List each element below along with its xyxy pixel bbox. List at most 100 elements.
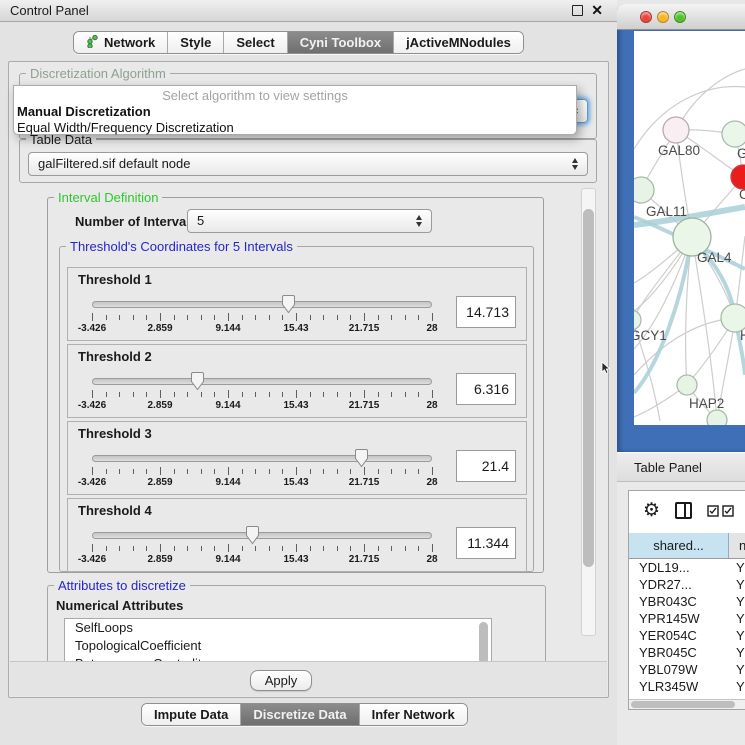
network-view-window[interactable]: GAL80GACYGAL11GAL4GCY1HHAP2: [617, 4, 745, 452]
cell-name[interactable]: YBL0: [729, 661, 745, 678]
threshold-slider[interactable]: -3.4262.8599.14415.4321.71528: [92, 499, 432, 573]
table-row[interactable]: YDR27...YDR2: [629, 576, 745, 593]
split-view-icon[interactable]: [675, 502, 692, 519]
cell-shared-name[interactable]: YBL079W: [629, 661, 729, 678]
tick-label: 21.715: [349, 323, 380, 334]
minor-tick: [418, 469, 419, 474]
tab-jactivemnodules[interactable]: jActiveMNodules: [394, 32, 523, 53]
tab-infer-network[interactable]: Infer Network: [360, 704, 467, 725]
slider-track[interactable]: [92, 455, 432, 462]
major-tick: [296, 390, 297, 398]
tick-label: 9.144: [215, 554, 240, 565]
minor-tick: [391, 546, 392, 551]
cell-name[interactable]: YLR3: [729, 678, 745, 695]
algorithm-option-equal-width[interactable]: Equal Width/Frequency Discretization: [14, 120, 576, 136]
slider-track[interactable]: [92, 301, 432, 308]
slider-thumb-icon[interactable]: [190, 371, 205, 391]
minor-tick: [133, 469, 134, 474]
threshold-value-field[interactable]: 11.344: [456, 527, 516, 559]
tab-network[interactable]: Network: [74, 32, 168, 53]
threshold-value-field[interactable]: 14.713: [456, 296, 516, 328]
cell-shared-name[interactable]: YBR045C: [629, 644, 729, 661]
minor-tick: [378, 469, 379, 474]
tab-impute-data[interactable]: Impute Data: [142, 704, 241, 725]
minor-tick: [378, 546, 379, 551]
network-canvas[interactable]: GAL80GACYGAL11GAL4GCY1HHAP2: [634, 31, 745, 425]
attribute-list-item[interactable]: TopologicalCoefficient: [65, 637, 491, 655]
apply-button[interactable]: Apply: [250, 670, 312, 691]
node-gal80[interactable]: [663, 117, 689, 143]
minor-tick: [146, 546, 147, 551]
slider-thumb-icon[interactable]: [281, 294, 296, 314]
cell-name[interactable]: YBR0: [729, 593, 745, 610]
table-row[interactable]: YER054CYER0: [629, 627, 745, 644]
table-row[interactable]: YLR345WYLR3: [629, 678, 745, 695]
minor-tick: [391, 392, 392, 397]
major-tick: [364, 544, 365, 552]
node-top-right[interactable]: [722, 121, 745, 147]
scrollbar-thumb[interactable]: [631, 701, 735, 708]
minor-tick: [214, 315, 215, 320]
settings-vertical-scrollbar[interactable]: [581, 188, 596, 636]
network-edge-thick[interactable]: [634, 241, 691, 393]
table-data-combobox[interactable]: galFiltered.sif default node: [28, 152, 588, 176]
close-window-icon[interactable]: [640, 11, 652, 23]
cell-name[interactable]: YDL1: [729, 559, 745, 576]
cell-shared-name[interactable]: YDL19...: [629, 559, 729, 576]
tab-discretize-data[interactable]: Discretize Data: [241, 704, 359, 725]
threshold-box-4: Threshold 4-3.4262.8599.14415.4321.71528…: [67, 498, 527, 572]
node-bottom[interactable]: [707, 410, 727, 425]
node-selected-red[interactable]: [731, 165, 745, 189]
table-row[interactable]: YPR145WYPR1: [629, 610, 745, 627]
float-window-icon[interactable]: [572, 5, 583, 16]
cell-name[interactable]: YDR2: [729, 576, 745, 593]
network-edge[interactable]: [634, 318, 735, 375]
table-row[interactable]: YBR043CYBR0: [629, 593, 745, 610]
table-row[interactable]: YDL19...YDL1: [629, 559, 745, 576]
threshold-slider[interactable]: -3.4262.8599.14415.4321.71528: [92, 268, 432, 342]
cell-shared-name[interactable]: YBR043C: [629, 593, 729, 610]
tab-cyni-toolbox[interactable]: Cyni Toolbox: [288, 32, 394, 53]
attribute-list-item[interactable]: SelfLoops: [65, 619, 491, 637]
table-row[interactable]: YBR045CYBR0: [629, 644, 745, 661]
number-of-intervals-combobox[interactable]: 5: [187, 209, 432, 233]
minor-tick: [337, 315, 338, 320]
minor-tick: [391, 469, 392, 474]
tab-select[interactable]: Select: [224, 32, 287, 53]
slider-thumb-icon[interactable]: [245, 525, 260, 545]
column-header-name[interactable]: na: [729, 533, 745, 558]
slider-thumb-icon[interactable]: [354, 448, 369, 468]
minimize-window-icon[interactable]: [657, 11, 669, 23]
cell-name[interactable]: YER0: [729, 627, 745, 644]
minor-tick: [350, 392, 351, 397]
cell-name[interactable]: YBR0: [729, 644, 745, 661]
cell-name[interactable]: YPR1: [729, 610, 745, 627]
slider-track[interactable]: [92, 532, 432, 539]
cell-shared-name[interactable]: YLR345W: [629, 678, 729, 695]
node-gcy1[interactable]: [634, 310, 641, 330]
column-header-shared-name[interactable]: shared...: [629, 533, 729, 558]
close-panel-icon[interactable]: ✕: [591, 3, 603, 17]
gear-icon[interactable]: ⚙: [643, 501, 660, 520]
table-row[interactable]: YBL079WYBL0: [629, 661, 745, 678]
cell-shared-name[interactable]: YPR145W: [629, 610, 729, 627]
minor-tick: [106, 546, 107, 551]
cell-shared-name[interactable]: YER054C: [629, 627, 729, 644]
cell-shared-name[interactable]: YDR27...: [629, 576, 729, 593]
zoom-window-icon[interactable]: [674, 11, 686, 23]
minor-tick: [255, 469, 256, 474]
select-columns-icon[interactable]: [707, 505, 735, 517]
minor-tick: [242, 469, 243, 474]
threshold-slider[interactable]: -3.4262.8599.14415.4321.71528: [92, 345, 432, 419]
tab-style[interactable]: Style: [168, 32, 224, 53]
algorithm-option-manual[interactable]: Manual Discretization: [14, 104, 576, 120]
major-tick: [160, 544, 161, 552]
node-gal11[interactable]: [634, 177, 654, 203]
threshold-value-field[interactable]: 6.316: [456, 373, 516, 405]
scrollbar-thumb[interactable]: [583, 209, 594, 567]
node-hap2[interactable]: [677, 375, 697, 395]
slider-track[interactable]: [92, 378, 432, 385]
table-horizontal-scrollbar[interactable]: [629, 699, 745, 709]
threshold-value-field[interactable]: 21.4: [456, 450, 516, 482]
threshold-slider[interactable]: -3.4262.8599.14415.4321.71528: [92, 422, 432, 496]
